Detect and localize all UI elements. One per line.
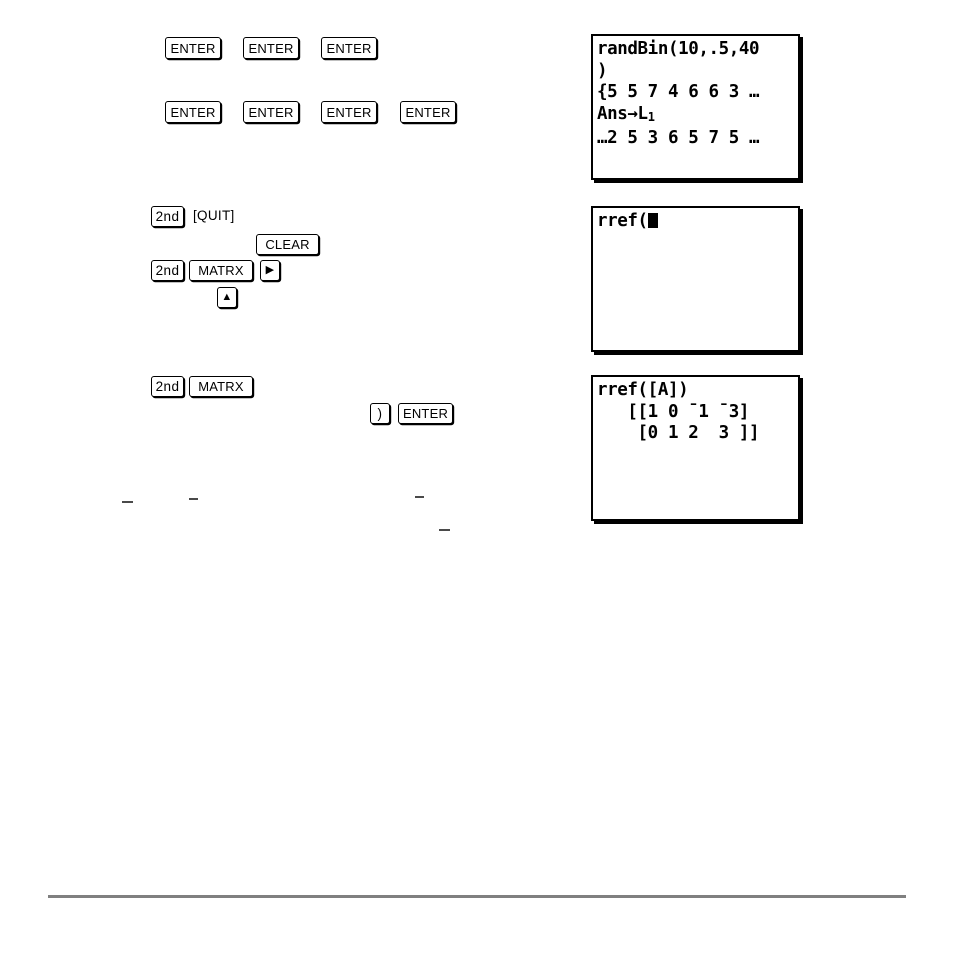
- second-key[interactable]: 2nd: [151, 206, 184, 227]
- screen-line-text: ): [597, 60, 608, 81]
- screen-line-text: …2 5 3 6 5 7 5 …: [597, 128, 760, 148]
- screen-line: ): [597, 61, 796, 83]
- stray-dash: [189, 498, 198, 500]
- matrx-key[interactable]: MATRX: [189, 376, 253, 397]
- second-key[interactable]: 2nd: [151, 260, 184, 281]
- enter-key[interactable]: ENTER: [398, 403, 453, 424]
- manual-page: ENTER ENTER ENTER ENTER ENTER ENTER ENTER 2nd [Q…: [0, 0, 954, 954]
- second-key[interactable]: 2nd: [151, 376, 184, 397]
- enter-key[interactable]: ENTER: [243, 37, 299, 59]
- enter-key[interactable]: ENTER: [165, 101, 221, 123]
- clear-key[interactable]: CLEAR: [256, 234, 319, 255]
- screen-line: [[1 0 ¯1 ¯3]: [597, 402, 796, 424]
- matrx-key[interactable]: MATRX: [189, 260, 253, 281]
- screen-line-text: rref([A]): [597, 380, 689, 400]
- footer-rule: [48, 895, 906, 898]
- up-arrow-key[interactable]: ▲: [217, 287, 237, 308]
- screen-line-text: randBin(10,.5,40: [597, 39, 760, 59]
- close-paren-key[interactable]: ): [370, 403, 390, 424]
- screen-line: rref(: [597, 211, 796, 233]
- screen-line-text: Ans→L: [597, 103, 648, 124]
- calculator-screen-rref-entry: rref(: [591, 206, 800, 352]
- enter-key[interactable]: ENTER: [165, 37, 221, 59]
- enter-key[interactable]: ENTER: [321, 101, 377, 123]
- stray-dash: [439, 529, 450, 531]
- screen-line-text: rref(: [597, 211, 648, 231]
- right-arrow-key[interactable]: ▶: [260, 260, 280, 281]
- enter-key[interactable]: ENTER: [321, 37, 377, 59]
- screen-line-text: {5 5 7 4 6 6 3 …: [597, 82, 760, 102]
- stray-dash: [122, 501, 133, 503]
- screen-line: {5 5 7 4 6 6 3 …: [597, 82, 796, 104]
- screen-line-subscript: 1: [647, 109, 655, 124]
- calculator-screen-randbin: randBin(10,.5,40) {5 5 7 4 6 6 3 … Ans→L1……: [591, 34, 800, 180]
- calculator-screen-rref-result: rref([A]) [[1 0 ¯1 ¯3] [0 1 2 3 ]]: [591, 375, 800, 521]
- block-cursor: [647, 213, 658, 228]
- screen-line-text: [[1 0 ¯1 ¯3]: [597, 401, 750, 422]
- enter-key[interactable]: ENTER: [243, 101, 299, 123]
- screen-line: randBin(10,.5,40: [597, 39, 796, 61]
- screen-line: [0 1 2 3 ]]: [597, 423, 796, 445]
- stray-dash: [415, 496, 424, 498]
- screen-line: rref([A]): [597, 380, 796, 402]
- screen-line-text: [0 1 2 3 ]]: [597, 423, 760, 443]
- quit-second-function-label: [QUIT]: [193, 208, 235, 223]
- enter-key[interactable]: ENTER: [400, 101, 456, 123]
- screen-line: Ans→L1: [597, 104, 796, 129]
- screen-line: …2 5 3 6 5 7 5 …: [597, 128, 796, 150]
